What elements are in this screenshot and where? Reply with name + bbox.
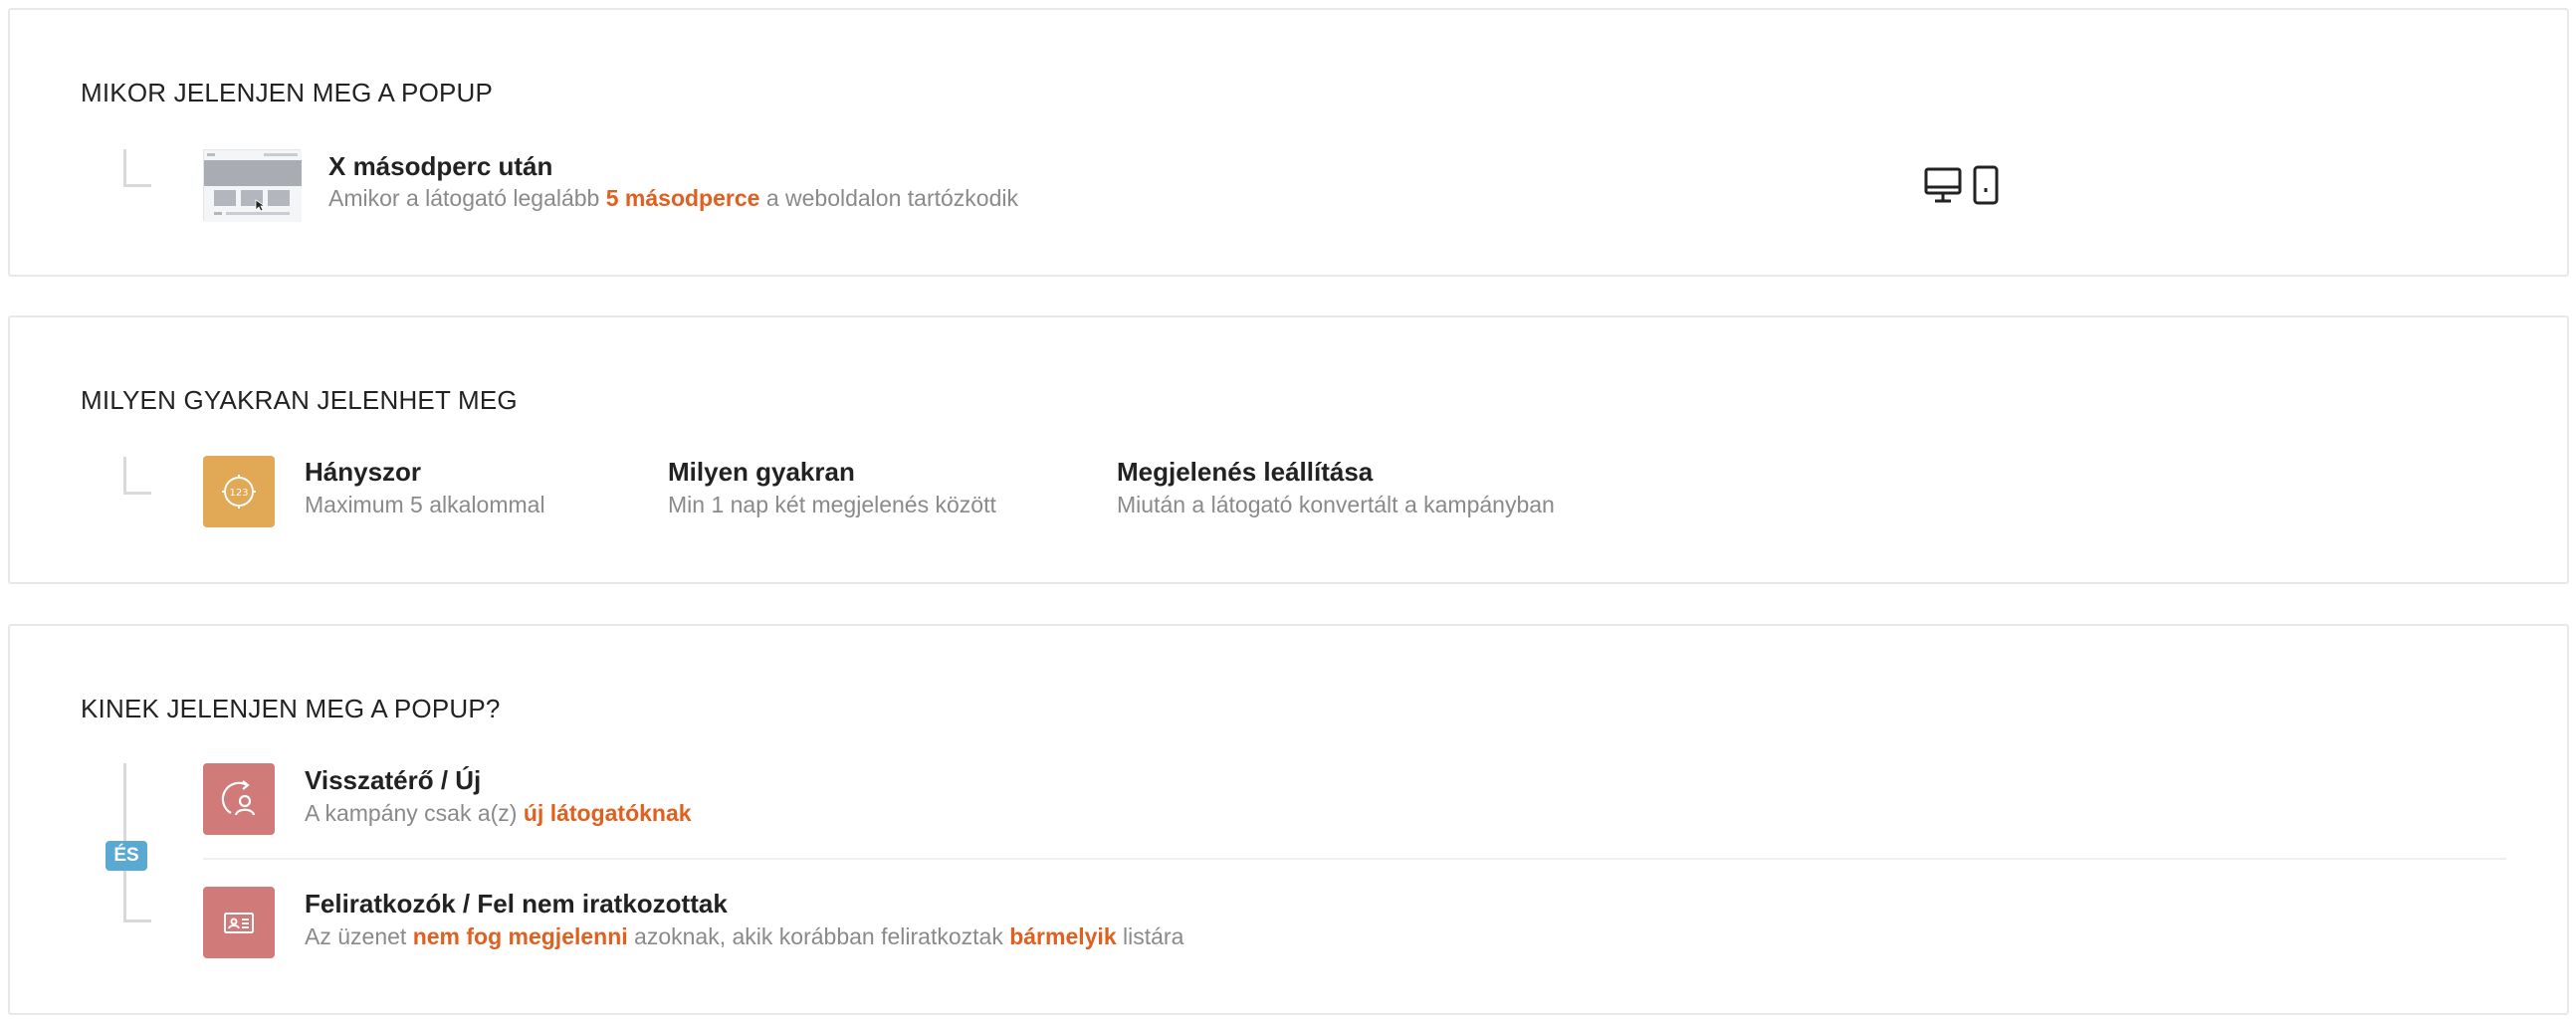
- section-title-audience: KINEK JELENJEN MEG A POPUP?: [81, 694, 501, 723]
- tree-connector: [123, 457, 126, 495]
- frequency-stop-title: Megjelenés leállítása: [1117, 457, 1374, 487]
- audience-section: KINEK JELENJEN MEG A POPUP? ÉS Visszatér…: [8, 624, 2569, 1015]
- audience-subscriber-title: Feliratkozók / Fel nem iratkozottak: [305, 889, 728, 919]
- trigger-title: X másodperc után: [328, 151, 553, 181]
- audience-subscriber-highlight: nem fog megjelenni: [412, 923, 628, 949]
- tree-connector: [123, 149, 126, 187]
- page-preview-thumbnail: [203, 149, 302, 222]
- when-section: MIKOR JELENJEN MEG A POPUP X másodperc u…: [8, 8, 2569, 277]
- frequency-interval-desc: Min 1 nap két megjelenés között: [668, 492, 996, 517]
- page-preview-icon: [204, 150, 302, 222]
- frequency-interval-title: Milyen gyakran: [668, 457, 855, 487]
- audience-visitor-title: Visszatérő / Új: [305, 765, 482, 795]
- trigger-highlight: 5 másodperce: [605, 185, 760, 211]
- audience-subscriber-highlight-2: bármelyik: [1009, 923, 1117, 949]
- trigger-description: Amikor a látogató legalább 5 másodperce …: [328, 185, 1018, 211]
- svg-text:123: 123: [229, 488, 248, 499]
- audience-visitor-desc: A kampány csak a(z) új látogatóknak: [305, 800, 692, 826]
- counter-123-icon: 123: [203, 456, 275, 527]
- audience-subscriber-desc: Az üzenet nem fog megjelenni azoknak, ak…: [305, 923, 1184, 949]
- mobile-icon: [1971, 165, 2001, 210]
- section-title-frequency: MILYEN GYAKRAN JELENHET MEG: [81, 385, 518, 415]
- tree-connector: [123, 492, 151, 495]
- frequency-section: MILYEN GYAKRAN JELENHET MEG 123 Hányszor…: [8, 315, 2569, 584]
- frequency-stop-desc: Miután a látogató konvertált a kampányba…: [1117, 492, 1555, 517]
- item-divider: [203, 858, 2506, 860]
- tree-connector: [123, 919, 151, 922]
- desktop-icon: [1923, 165, 1963, 210]
- frequency-count-title: Hányszor: [305, 457, 422, 487]
- audience-visitor-highlight: új látogatóknak: [523, 800, 692, 826]
- and-operator-badge: ÉS: [106, 841, 147, 871]
- frequency-count-desc: Maximum 5 alkalommal: [305, 492, 545, 517]
- subscriber-card-icon: [203, 887, 275, 958]
- section-title-when: MIKOR JELENJEN MEG A POPUP: [81, 78, 494, 107]
- returning-visitor-icon: [203, 763, 275, 835]
- tree-connector: [123, 184, 151, 187]
